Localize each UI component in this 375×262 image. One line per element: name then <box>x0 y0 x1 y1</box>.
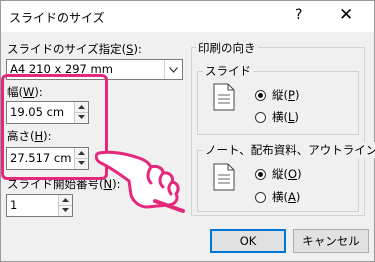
radio-icon[interactable] <box>255 89 266 101</box>
notes-landscape-label: 横(A) <box>272 190 301 204</box>
start-number-spinner <box>58 195 72 216</box>
page-icon <box>213 163 235 194</box>
slides-landscape-label: 横(L) <box>272 110 299 124</box>
spinner-down-icon[interactable] <box>59 205 72 215</box>
radio-icon[interactable] <box>255 168 266 180</box>
slides-orientation-title: スライド <box>203 63 253 79</box>
title-bar: スライドのサイズ ? ✕ <box>1 1 374 32</box>
page-icon <box>213 83 235 114</box>
slides-portrait-radio[interactable]: 縦(P) <box>255 87 299 103</box>
start-number-field[interactable]: 1 <box>6 194 73 217</box>
slides-portrait-label: 縦(P) <box>272 88 300 102</box>
notes-landscape-radio[interactable]: 横(A) <box>255 189 300 205</box>
close-button[interactable]: ✕ <box>339 5 353 25</box>
ok-button[interactable]: OK <box>210 229 286 253</box>
slide-size-label: スライドのサイズ指定(S): <box>7 42 142 56</box>
dropdown-arrow-icon[interactable] <box>164 60 182 79</box>
notes-portrait-radio[interactable]: 縦(O) <box>255 166 302 182</box>
slides-landscape-radio[interactable]: 横(L) <box>255 109 299 125</box>
start-number-value: 1 <box>10 198 18 212</box>
dialog-title: スライドのサイズ <box>9 11 105 25</box>
radio-icon[interactable] <box>255 111 266 123</box>
orientation-title: 印刷の向き <box>196 40 258 56</box>
help-button[interactable]: ? <box>295 7 302 23</box>
pointing-hand-icon <box>94 141 185 219</box>
highlight-box <box>1 74 108 180</box>
notes-orientation-title: ノート、配布資料、アウトライン <box>203 142 375 158</box>
cancel-button[interactable]: キャンセル <box>293 229 369 253</box>
slide-size-dialog: スライドのサイズ ? ✕ スライドのサイズ指定(S): A4 210 x 297… <box>0 0 375 262</box>
radio-icon[interactable] <box>255 191 266 203</box>
notes-portrait-label: 縦(O) <box>272 167 302 181</box>
